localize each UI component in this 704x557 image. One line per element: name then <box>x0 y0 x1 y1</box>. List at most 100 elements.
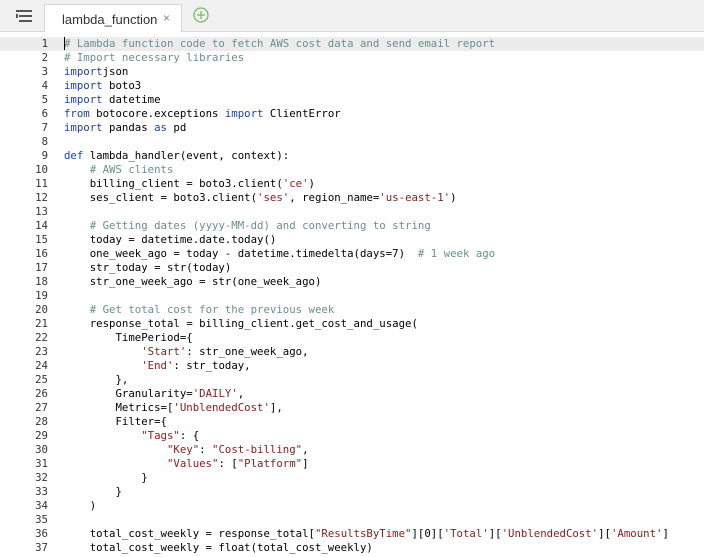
line-number: 21 <box>35 317 48 330</box>
code-token: 'Total' <box>443 527 489 540</box>
line-number: 30 <box>35 443 48 456</box>
code-line[interactable]: 2 # Import necessary libraries <box>0 51 704 65</box>
code-text: Metrics=['UnblendedCost'], <box>64 401 283 415</box>
line-number: 3 <box>41 65 48 78</box>
code-token: # Getting dates (yyyy-MM-dd) and convert… <box>89 219 431 232</box>
menu-icon[interactable] <box>16 10 32 22</box>
code-text: one_week_ago = today - datetime.timedelt… <box>64 247 495 261</box>
code-line[interactable]: 8 <box>0 135 704 149</box>
code-token: one_week_ago = today - datetime.timedelt… <box>64 247 418 260</box>
code-line[interactable]: 21 response_total = billing_client.get_c… <box>0 317 704 331</box>
line-number: 10 <box>35 163 48 176</box>
code-line[interactable]: 18 str_one_week_ago = str(one_week_ago) <box>0 275 704 289</box>
code-line[interactable]: 23 'Start': str_one_week_ago, <box>0 345 704 359</box>
code-text: ) <box>64 499 96 513</box>
tab-lambda-function[interactable]: lambda_function × <box>44 4 182 32</box>
code-line[interactable]: 19 <box>0 289 704 303</box>
line-number: 23 <box>35 345 48 358</box>
code-editor[interactable]: 1 # Lambda function code to fetch AWS cos… <box>0 33 704 557</box>
code-token: # AWS clients <box>89 163 174 176</box>
code-line[interactable]: 35 <box>0 513 704 527</box>
line-number: 34 <box>35 499 48 512</box>
code-line[interactable]: 26 Granularity='DAILY', <box>0 387 704 401</box>
line-number: 11 <box>35 177 48 190</box>
code-line[interactable]: 27 Metrics=['UnblendedCost'], <box>0 401 704 415</box>
code-area[interactable]: 1 # Lambda function code to fetch AWS cos… <box>0 37 704 555</box>
code-line[interactable]: 36 total_cost_weekly = response_total["R… <box>0 527 704 541</box>
code-token: # Import necessary libraries <box>64 51 245 64</box>
code-text: import datetime <box>64 93 161 107</box>
code-token: ], <box>269 401 283 414</box>
line-number: 14 <box>35 219 48 232</box>
add-tab-icon[interactable] <box>193 7 209 23</box>
code-token: json <box>102 65 129 78</box>
code-token: 'UnblendedCost' <box>173 401 270 414</box>
code-token: pd <box>166 121 187 134</box>
code-token: : str_today, <box>173 359 251 372</box>
code-text: import boto3 <box>64 79 141 93</box>
code-token: ] <box>302 457 309 470</box>
code-line[interactable]: 3 importjson <box>0 65 704 79</box>
code-line[interactable]: 14 # Getting dates (yyyy-MM-dd) and conv… <box>0 219 704 233</box>
code-line[interactable]: 9 def lambda_handler(event, context): <box>0 149 704 163</box>
code-text: importjson <box>64 65 128 79</box>
line-number: 15 <box>35 233 48 246</box>
code-text: # Import necessary libraries <box>64 51 244 65</box>
code-text: "Key": "Cost-billing", <box>64 443 309 457</box>
code-text: billing_client = boto3.client('ce') <box>64 177 315 191</box>
code-line[interactable]: 4 import boto3 <box>0 79 704 93</box>
line-number: 1 <box>41 37 48 50</box>
code-token: "Tags" <box>141 429 180 442</box>
code-token: str_one_week_ago = str(one_week_ago) <box>64 275 322 288</box>
code-token: import <box>64 79 103 92</box>
code-text: # Get total cost for the previous week <box>64 303 335 317</box>
code-line[interactable]: 12 ses_client = boto3.client('ses', regi… <box>0 191 704 205</box>
code-line[interactable]: 25 }, <box>0 373 704 387</box>
code-text: today = datetime.date.today() <box>64 233 277 247</box>
code-text: from botocore.exceptions import ClientEr… <box>64 107 341 121</box>
code-line[interactable]: 16 one_week_ago = today - datetime.timed… <box>0 247 704 261</box>
code-token: : [ <box>218 457 238 470</box>
code-line[interactable]: 34 ) <box>0 499 704 513</box>
code-line[interactable]: 1 # Lambda function code to fetch AWS cos… <box>0 37 704 51</box>
code-token: 'UnblendedCost' <box>501 527 599 540</box>
code-token: ) <box>64 499 97 512</box>
line-number: 19 <box>35 289 48 302</box>
code-line[interactable]: 11 billing_client = boto3.client('ce') <box>0 177 704 191</box>
code-line[interactable]: 17 str_today = str(today) <box>0 261 704 275</box>
close-icon[interactable]: × <box>163 11 170 25</box>
code-line[interactable]: 5 import datetime <box>0 93 704 107</box>
code-token: : str_one_week_ago, <box>186 345 309 358</box>
code-line[interactable]: 7 import pandas as pd <box>0 121 704 135</box>
code-line[interactable]: 10 # AWS clients <box>0 163 704 177</box>
code-line[interactable]: 6 from botocore.exceptions import ClientE… <box>0 107 704 121</box>
code-line[interactable]: 29 "Tags": { <box>0 429 704 443</box>
code-line[interactable]: 24 'End': str_today, <box>0 359 704 373</box>
code-token: response_total = billing_client.get_cost… <box>64 317 418 330</box>
code-line[interactable]: 13 <box>0 205 704 219</box>
code-token: botocore.exceptions <box>89 107 225 120</box>
code-text: } <box>64 471 147 485</box>
code-line[interactable]: 30 "Key": "Cost-billing", <box>0 443 704 457</box>
code-token: "Platform" <box>237 457 303 470</box>
code-token: ses_client = boto3.client( <box>64 191 258 204</box>
code-line[interactable]: 31 "Values": ["Platform"] <box>0 457 704 471</box>
line-number: 5 <box>41 93 48 106</box>
code-line[interactable]: 32 } <box>0 471 704 485</box>
code-token: total_cost_weekly = float(total_cost_wee… <box>64 541 373 554</box>
code-token: 'ses' <box>257 191 290 204</box>
line-number: 31 <box>35 457 48 470</box>
code-line[interactable]: 15 today = datetime.date.today() <box>0 233 704 247</box>
line-number: 12 <box>35 191 48 204</box>
code-line[interactable]: 37 total_cost_weekly = float(total_cost_… <box>0 541 704 555</box>
code-line[interactable]: 33 } <box>0 485 704 499</box>
code-line[interactable]: 22 TimePeriod={ <box>0 331 704 345</box>
code-line[interactable]: 20 # Get total cost for the previous wee… <box>0 303 704 317</box>
code-line[interactable]: 28 Filter={ <box>0 415 704 429</box>
code-token: ] <box>662 527 669 540</box>
code-text: str_today = str(today) <box>64 261 232 275</box>
